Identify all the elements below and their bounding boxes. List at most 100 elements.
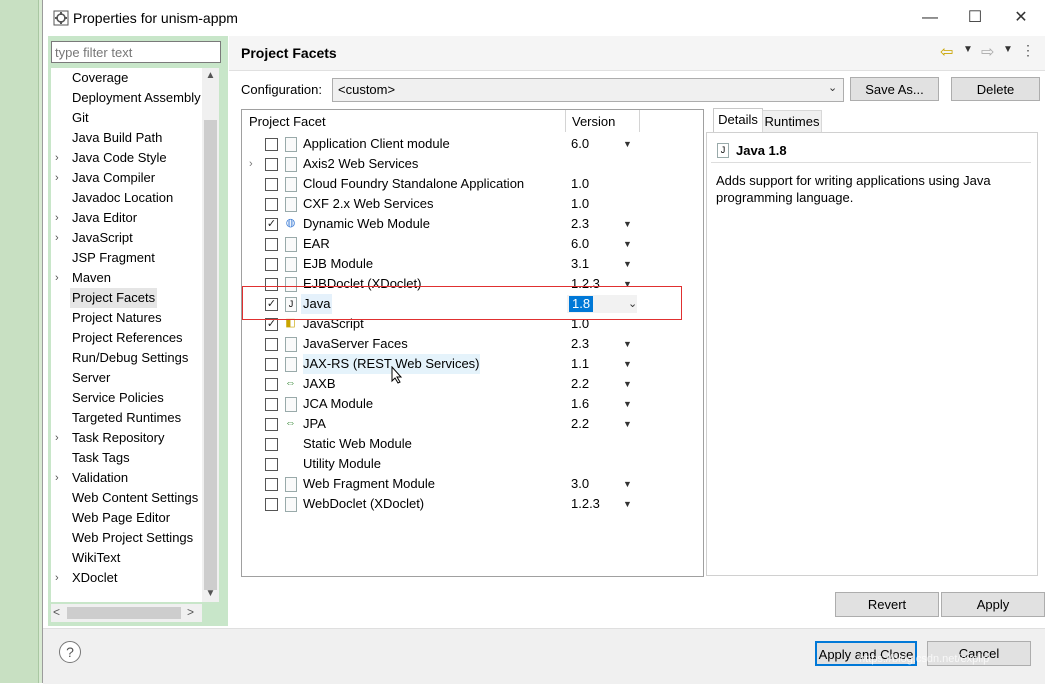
- help-icon[interactable]: ?: [59, 641, 81, 663]
- tab-runtimes[interactable]: Runtimes: [762, 110, 822, 134]
- document-icon: [285, 237, 297, 252]
- version-dropdown-icon[interactable]: ▼: [623, 494, 632, 514]
- facet-version[interactable]: 1.1: [571, 354, 589, 374]
- facet-row[interactable]: ✓ ◍ Dynamic Web Module 2.3 ▼: [242, 214, 700, 234]
- scroll-up-icon[interactable]: ▲: [202, 70, 219, 86]
- chevron-right-icon[interactable]: ›: [55, 428, 59, 448]
- facet-row[interactable]: Application Client module 6.0 ▼: [242, 134, 700, 154]
- chevron-right-icon[interactable]: ›: [55, 228, 59, 248]
- facet-row[interactable]: EAR 6.0 ▼: [242, 234, 700, 254]
- tab-details[interactable]: Details: [713, 108, 763, 133]
- minimize-button[interactable]: —: [907, 4, 953, 32]
- facet-checkbox[interactable]: [265, 438, 278, 451]
- version-dropdown-icon[interactable]: ▼: [623, 234, 632, 254]
- view-menu-icon[interactable]: ⋮: [1021, 42, 1035, 59]
- sidebar-item-label: Java Editor: [72, 210, 138, 225]
- delete-button[interactable]: Delete: [951, 77, 1040, 101]
- facet-checkbox[interactable]: [265, 198, 278, 211]
- facet-version[interactable]: 3.1: [571, 254, 589, 274]
- facet-row[interactable]: Cloud Foundry Standalone Application 1.0: [242, 174, 700, 194]
- facet-row[interactable]: Utility Module: [242, 454, 700, 474]
- chevron-right-icon[interactable]: ›: [55, 568, 59, 588]
- close-button[interactable]: ✕: [998, 4, 1044, 32]
- revert-button[interactable]: Revert: [835, 592, 939, 617]
- facet-row[interactable]: ⇔ JPA 2.2 ▼: [242, 414, 700, 434]
- facet-checkbox[interactable]: [265, 418, 278, 431]
- chevron-right-icon[interactable]: ›: [249, 154, 253, 174]
- facet-checkbox[interactable]: [265, 398, 278, 411]
- facet-checkbox[interactable]: [265, 358, 278, 371]
- facet-checkbox[interactable]: [265, 498, 278, 511]
- facet-checkbox[interactable]: [265, 158, 278, 171]
- version-dropdown-icon[interactable]: ▼: [623, 414, 632, 434]
- chevron-right-icon[interactable]: ›: [55, 148, 59, 168]
- arrows-icon: ⇔: [285, 417, 296, 429]
- chevron-right-icon[interactable]: ›: [55, 268, 59, 288]
- facet-checkbox[interactable]: [265, 458, 278, 471]
- version-dropdown-icon[interactable]: ▼: [623, 334, 632, 354]
- version-dropdown-icon[interactable]: ▼: [623, 374, 632, 394]
- scroll-left-icon[interactable]: <: [53, 605, 60, 619]
- facet-row[interactable]: Static Web Module: [242, 434, 700, 454]
- facet-version[interactable]: 2.2: [571, 374, 589, 394]
- column-header-facet[interactable]: Project Facet: [249, 114, 326, 129]
- facet-checkbox[interactable]: ✓: [265, 218, 278, 231]
- forward-arrow-icon[interactable]: ⇨: [981, 42, 994, 62]
- back-arrow-icon[interactable]: ⇦: [940, 42, 953, 62]
- tree-hscroll-thumb[interactable]: [67, 607, 181, 619]
- scroll-down-icon[interactable]: ▼: [202, 588, 219, 604]
- column-divider: [565, 110, 566, 132]
- chevron-right-icon[interactable]: ›: [55, 468, 59, 488]
- chevron-right-icon[interactable]: ›: [55, 168, 59, 188]
- document-icon: [285, 477, 297, 492]
- facet-checkbox[interactable]: [265, 258, 278, 271]
- save-as-button[interactable]: Save As...: [850, 77, 939, 101]
- facet-row[interactable]: JAX-RS (REST Web Services) 1.1 ▼: [242, 354, 700, 374]
- facet-row[interactable]: Web Fragment Module 3.0 ▼: [242, 474, 700, 494]
- filter-input[interactable]: [51, 41, 221, 63]
- tree-scroll-thumb[interactable]: [204, 120, 217, 590]
- facet-row[interactable]: JavaServer Faces 2.3 ▼: [242, 334, 700, 354]
- facet-checkbox[interactable]: [265, 178, 278, 191]
- scroll-right-icon[interactable]: >: [187, 605, 194, 619]
- column-divider: [639, 110, 640, 132]
- facet-checkbox[interactable]: [265, 238, 278, 251]
- facet-row[interactable]: WebDoclet (XDoclet) 1.2.3 ▼: [242, 494, 700, 514]
- facet-checkbox[interactable]: [265, 138, 278, 151]
- web-module-icon: ◍: [285, 217, 296, 229]
- configuration-label: Configuration:: [241, 82, 322, 97]
- facet-version[interactable]: 2.3: [571, 334, 589, 354]
- column-header-version[interactable]: Version: [572, 114, 615, 129]
- version-dropdown-icon[interactable]: ▼: [623, 254, 632, 274]
- facet-row[interactable]: › Axis2 Web Services: [242, 154, 700, 174]
- version-dropdown-icon[interactable]: ▼: [623, 354, 632, 374]
- java-facet-icon: J: [717, 143, 729, 158]
- facet-version[interactable]: 1.2.3: [571, 494, 600, 514]
- mouse-cursor-icon: [391, 365, 403, 384]
- version-dropdown-icon[interactable]: ▼: [623, 134, 632, 154]
- version-dropdown-icon[interactable]: ▼: [623, 394, 632, 414]
- facet-version[interactable]: 2.3: [571, 214, 589, 234]
- facet-row[interactable]: JCA Module 1.6 ▼: [242, 394, 700, 414]
- maximize-button[interactable]: ☐: [952, 4, 998, 32]
- chevron-right-icon[interactable]: ›: [55, 208, 59, 228]
- facet-checkbox[interactable]: [265, 338, 278, 351]
- version-dropdown-icon[interactable]: ▼: [623, 214, 632, 234]
- version-dropdown-icon[interactable]: ▼: [623, 474, 632, 494]
- facet-checkbox[interactable]: [265, 378, 278, 391]
- facet-version[interactable]: 1.6: [571, 394, 589, 414]
- facet-version[interactable]: 2.2: [571, 414, 589, 434]
- configuration-select[interactable]: [332, 78, 844, 102]
- facet-checkbox[interactable]: [265, 478, 278, 491]
- sidebar-item-label: Java Compiler: [72, 170, 156, 185]
- facet-row[interactable]: EJB Module 3.1 ▼: [242, 254, 700, 274]
- sidebar-item-label: Web Project Settings: [72, 530, 194, 545]
- facet-version[interactable]: 3.0: [571, 474, 589, 494]
- facet-row[interactable]: ⇔ JAXB 2.2 ▼: [242, 374, 700, 394]
- facet-row[interactable]: CXF 2.x Web Services 1.0: [242, 194, 700, 214]
- facet-version[interactable]: 6.0: [571, 234, 589, 254]
- back-dropdown-icon[interactable]: ▼: [963, 44, 973, 55]
- apply-button[interactable]: Apply: [941, 592, 1045, 617]
- facet-version[interactable]: 6.0: [571, 134, 589, 154]
- forward-dropdown-icon[interactable]: ▼: [1003, 44, 1013, 55]
